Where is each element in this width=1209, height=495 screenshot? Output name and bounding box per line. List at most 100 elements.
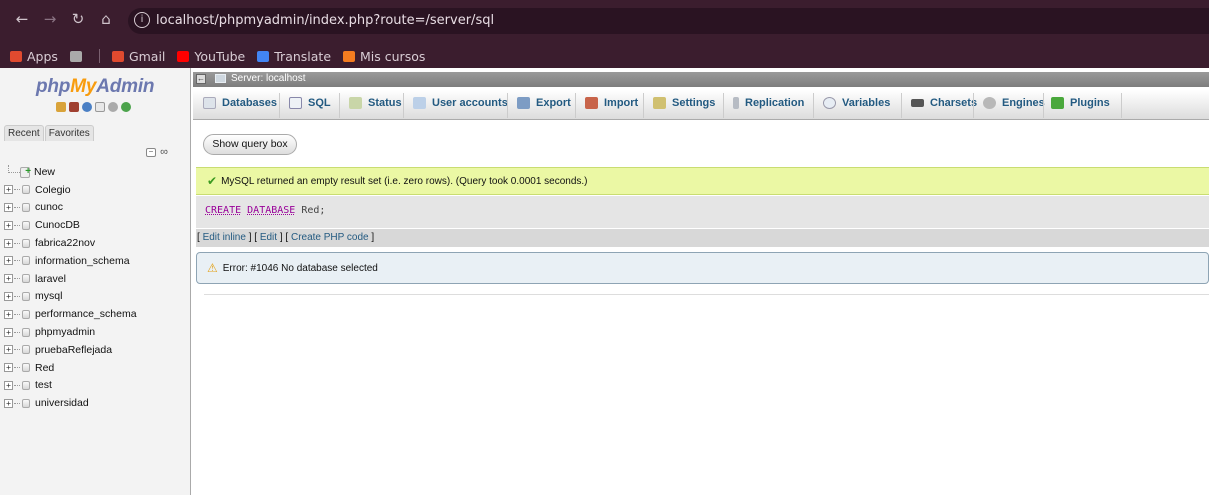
tree-item-db[interactable]: + Colegio: [4, 181, 137, 199]
tree-item-db[interactable]: + test: [4, 377, 137, 395]
tree-line: [14, 278, 20, 280]
expand-icon[interactable]: +: [4, 238, 13, 248]
status-icon: [349, 97, 362, 109]
phpmyadmin-logo[interactable]: phpMyAdmin: [36, 76, 155, 98]
bookmark-gmail[interactable]: Gmail: [111, 49, 165, 64]
menu-separator: [403, 93, 404, 118]
main-menu: Databases SQL Status User accounts Expor…: [193, 90, 1209, 120]
bookmark-separator: [98, 49, 100, 63]
tab-export[interactable]: Export: [517, 97, 571, 109]
tab-user-accounts[interactable]: User accounts: [413, 97, 508, 109]
server-icon: [215, 74, 226, 83]
expand-icon[interactable]: +: [4, 202, 13, 212]
menu-separator: [279, 93, 280, 118]
menu-separator: [901, 93, 902, 118]
docs-icon[interactable]: [95, 102, 105, 112]
tree-item-db[interactable]: + phpmyadmin: [4, 323, 137, 341]
tree-item-new[interactable]: New: [4, 163, 137, 181]
tree-item-db[interactable]: + performance_schema: [4, 305, 137, 323]
reload-icon[interactable]: [121, 102, 131, 112]
help-icon[interactable]: [82, 102, 92, 112]
tab-variables[interactable]: Variables: [823, 97, 890, 109]
bookmarks-bar: Apps Gmail YouTube Translate Mis cursos: [0, 44, 1209, 68]
nav-icons: [56, 102, 131, 112]
reload-icon[interactable]: ↻: [64, 10, 92, 28]
tab-import[interactable]: Import: [585, 97, 638, 109]
expand-icon[interactable]: +: [4, 345, 13, 355]
tab-replication[interactable]: Replication: [733, 97, 804, 109]
tab-plugins[interactable]: Plugins: [1051, 97, 1110, 109]
tab-engines[interactable]: Engines: [983, 97, 1045, 109]
tree-line: [14, 242, 20, 244]
edit-link[interactable]: Edit: [260, 232, 277, 243]
variables-icon: [823, 97, 836, 109]
collapse-panel-icon[interactable]: ←: [196, 74, 206, 84]
user-accounts-icon: [413, 97, 426, 109]
bookmark-youtube[interactable]: YouTube: [177, 49, 245, 64]
server-breadcrumb[interactable]: Server: localhost: [215, 73, 305, 84]
expand-icon[interactable]: +: [4, 309, 13, 319]
sql-keyword-create[interactable]: CREATE: [205, 205, 241, 216]
expand-icon[interactable]: +: [4, 256, 13, 266]
tree-item-db[interactable]: + laravel: [4, 270, 137, 288]
sql-keyword-database[interactable]: DATABASE: [247, 205, 295, 216]
expand-icon[interactable]: +: [4, 363, 13, 373]
menu-separator: [973, 93, 974, 118]
tab-settings[interactable]: Settings: [653, 97, 715, 109]
tree-item-db[interactable]: + fabrica22nov: [4, 234, 137, 252]
browser-nav: ← → ↻ ⌂: [8, 10, 120, 28]
show-query-box-button[interactable]: Show query box: [203, 134, 297, 155]
collapse-all-icon[interactable]: −: [146, 148, 156, 157]
grid-icon: [69, 50, 82, 62]
translate-icon: [257, 50, 270, 62]
bookmark-grid[interactable]: [69, 50, 87, 62]
bookmark-apps[interactable]: Apps: [10, 49, 58, 64]
site-info-icon[interactable]: i: [134, 12, 150, 28]
tree-item-db[interactable]: + mysql: [4, 288, 137, 306]
tree-item-db[interactable]: + pruebaReflejada: [4, 341, 137, 359]
forward-icon[interactable]: →: [36, 10, 64, 28]
home-icon[interactable]: ⌂: [92, 10, 120, 28]
database-tree: New +Colegio +cunoc +CunocDB +fabrica22n…: [4, 163, 137, 412]
tab-favorites[interactable]: Favorites: [44, 125, 94, 141]
expand-icon[interactable]: +: [4, 291, 13, 301]
settings-icon[interactable]: [108, 102, 118, 112]
bookmark-mis-cursos[interactable]: Mis cursos: [343, 49, 425, 64]
home-icon[interactable]: [56, 102, 66, 112]
tab-sql[interactable]: SQL: [289, 97, 331, 109]
tree-item-db[interactable]: + Red: [4, 359, 137, 377]
address-bar[interactable]: i localhost/phpmyadmin/index.php?route=/…: [128, 8, 1209, 34]
tree-item-db[interactable]: + cunoc: [4, 199, 137, 217]
tab-charsets[interactable]: Charsets: [911, 97, 977, 109]
expand-icon[interactable]: +: [4, 185, 13, 195]
plugins-icon: [1051, 97, 1064, 109]
divider: [204, 294, 1209, 295]
tree-item-db[interactable]: + information_schema: [4, 252, 137, 270]
new-db-icon: [20, 166, 31, 179]
tab-databases[interactable]: Databases: [203, 97, 277, 109]
tab-recent[interactable]: Recent: [4, 125, 44, 141]
tab-status[interactable]: Status: [349, 97, 402, 109]
gmail-icon: [111, 50, 124, 62]
expand-icon[interactable]: +: [4, 380, 13, 390]
edit-inline-link[interactable]: Edit inline: [203, 232, 246, 243]
error-message: ⚠ Error: #1046 No database selected: [196, 252, 1209, 284]
create-php-code-link[interactable]: Create PHP code: [291, 232, 369, 243]
expand-icon[interactable]: +: [4, 327, 13, 337]
logout-icon[interactable]: [69, 102, 79, 112]
expand-icon[interactable]: +: [4, 398, 13, 408]
menu-separator: [575, 93, 576, 118]
menu-separator: [507, 93, 508, 118]
expand-icon[interactable]: +: [4, 220, 13, 230]
back-icon[interactable]: ←: [8, 10, 36, 28]
bookmark-translate[interactable]: Translate: [257, 49, 331, 64]
databases-icon: [203, 97, 216, 109]
recent-favorites-tabs: Recent Favorites: [4, 125, 95, 141]
expand-icon[interactable]: +: [4, 274, 13, 284]
executed-sql: CREATE DATABASE Red;: [196, 196, 1209, 228]
navigation-panel: phpMyAdmin Recent Favorites − ∞ New +Col…: [0, 68, 191, 495]
tree-item-db[interactable]: + universidad: [4, 394, 137, 412]
database-icon: [22, 345, 30, 355]
link-icon[interactable]: ∞: [159, 147, 169, 158]
tree-item-db[interactable]: + CunocDB: [4, 216, 137, 234]
